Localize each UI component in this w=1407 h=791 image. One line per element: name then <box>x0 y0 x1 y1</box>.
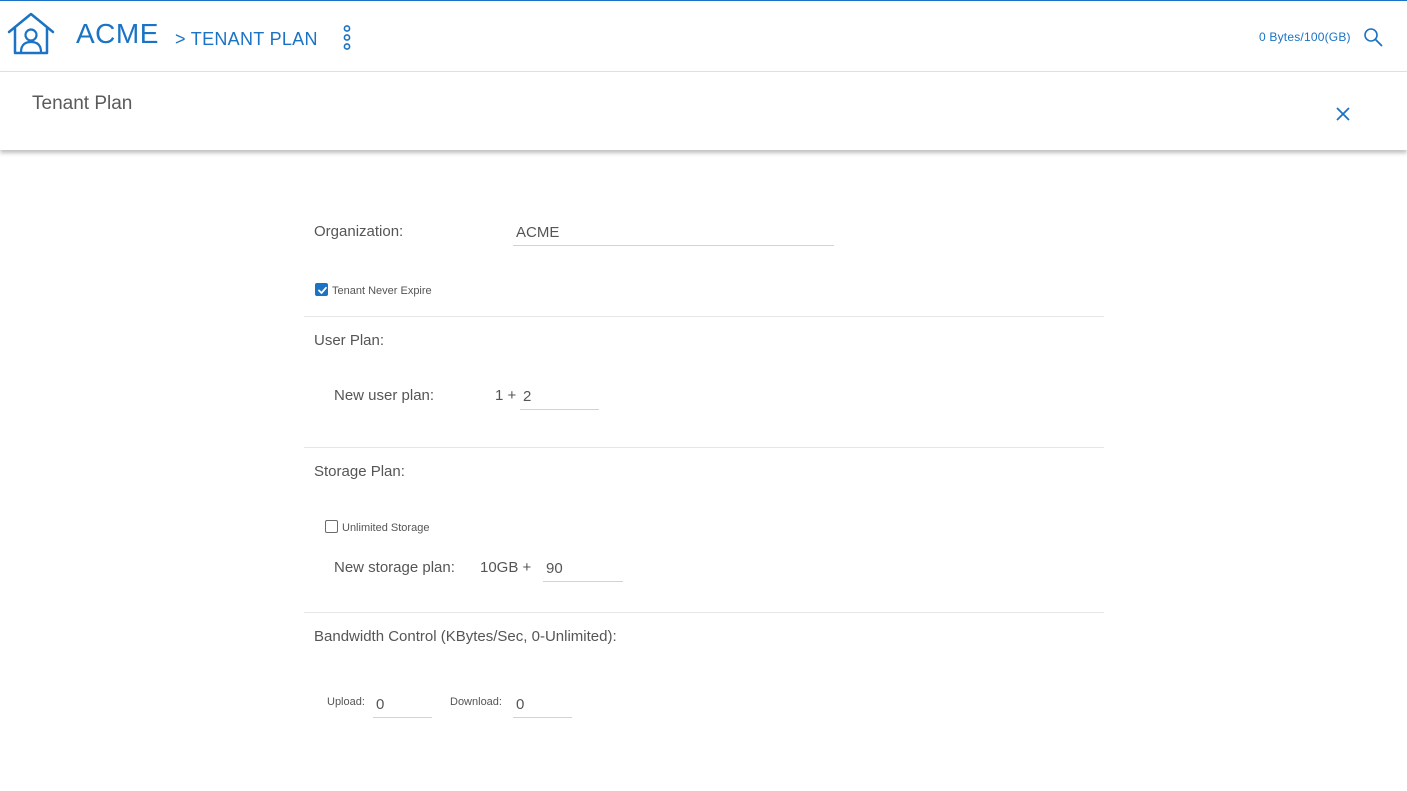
search-icon[interactable] <box>1363 27 1383 47</box>
upload-label: Upload: <box>327 696 365 708</box>
organization-label: Organization: <box>314 223 404 240</box>
section-divider <box>304 316 1104 317</box>
storage-usage: 0 Bytes/100(GB) <box>1259 30 1351 44</box>
bandwidth-section-label: Bandwidth Control (KBytes/Sec, 0-Unlimit… <box>314 628 617 645</box>
section-divider <box>304 612 1104 613</box>
user-plan-prefix: 1 + <box>495 387 517 404</box>
never-expire-checkbox[interactable] <box>315 283 328 296</box>
more-options-icon[interactable] <box>341 25 353 51</box>
storage-plan-prefix: 10GB + <box>480 559 532 576</box>
panel-title: Tenant Plan <box>32 93 133 114</box>
never-expire-label[interactable]: Tenant Never Expire <box>332 285 432 297</box>
brand-name[interactable]: ACME <box>76 18 159 50</box>
tenant-plan-form: Organization: Tenant Never Expire User P… <box>304 150 1104 790</box>
unlimited-storage-label[interactable]: Unlimited Storage <box>342 522 429 534</box>
organization-field[interactable] <box>513 219 834 246</box>
breadcrumb: > TENANT PLAN <box>175 29 318 49</box>
close-icon[interactable] <box>1335 106 1351 122</box>
check-icon <box>318 286 327 294</box>
section-divider <box>304 447 1104 448</box>
unlimited-storage-checkbox[interactable] <box>325 520 338 533</box>
upload-field[interactable] <box>373 691 432 718</box>
download-field[interactable] <box>513 691 572 718</box>
storage-used: 0 Bytes <box>1259 30 1301 44</box>
storage-total: 100(GB) <box>1303 30 1351 44</box>
new-user-plan-field[interactable] <box>520 383 599 410</box>
download-label: Download: <box>450 696 502 708</box>
app-header: ACME > TENANT PLAN 0 Bytes/100(GB) <box>0 1 1407 72</box>
new-storage-plan-label: New storage plan: <box>334 559 455 576</box>
new-user-plan-label: New user plan: <box>334 387 435 404</box>
new-storage-plan-field[interactable] <box>543 555 623 582</box>
panel-header: Tenant Plan <box>0 72 1407 150</box>
storage-plan-section-label: Storage Plan: <box>314 463 405 480</box>
user-plan-section-label: User Plan: <box>314 332 385 349</box>
home-user-icon[interactable] <box>6 12 56 56</box>
